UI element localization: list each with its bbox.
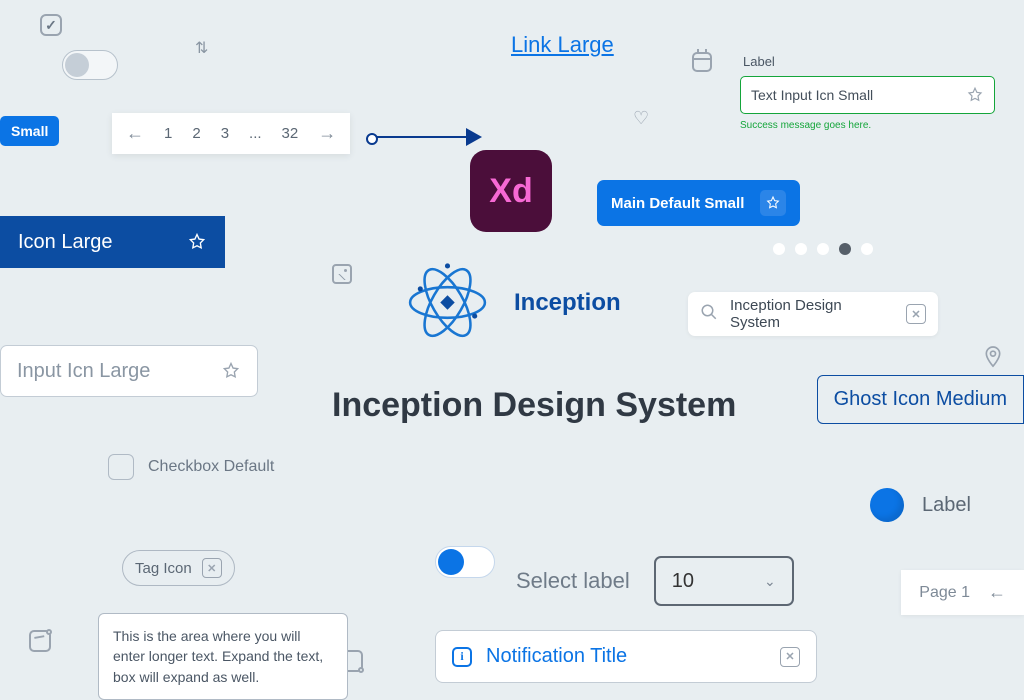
ghost-icon-medium-button[interactable]: Ghost Icon Medium <box>817 375 1024 424</box>
calendar-icon[interactable] <box>692 52 712 72</box>
textarea[interactable]: This is the area where you will enter lo… <box>98 613 348 700</box>
pagination-page[interactable]: 3 <box>221 125 229 142</box>
pagination-ellipsis: ... <box>249 125 262 142</box>
pagination-next[interactable]: → <box>318 123 336 144</box>
brand-label: Inception <box>514 289 621 317</box>
search-value: Inception Design System <box>730 297 894 331</box>
text-input-success[interactable]: Text Input Icn Small <box>740 76 995 114</box>
info-icon: i <box>452 647 472 667</box>
button-label: Main Default Small <box>611 195 744 212</box>
tag-label: Tag Icon <box>135 560 192 577</box>
checkbox-checked[interactable] <box>40 14 62 36</box>
page-stepper: Page 1 ← <box>901 570 1024 615</box>
chevron-down-icon: ⌄ <box>764 573 776 590</box>
toggle-knob <box>65 53 89 77</box>
input-placeholder: Input Icn Large <box>17 360 150 383</box>
tag-chip[interactable]: Tag Icon ✕ <box>122 550 235 586</box>
select-label: Select label <box>516 568 630 594</box>
atom-icon <box>405 260 490 345</box>
close-icon[interactable]: ✕ <box>202 558 222 578</box>
main-default-small-button[interactable]: Main Default Small <box>597 180 800 226</box>
legend-label: Label <box>922 494 971 517</box>
pagination-page[interactable]: 2 <box>192 125 200 142</box>
link-large[interactable]: Link Large <box>511 32 614 58</box>
chart-card-icon[interactable] <box>29 630 51 652</box>
star-icon <box>221 361 241 381</box>
toggle-knob <box>438 549 464 575</box>
select-value: 10 <box>672 570 694 593</box>
toggle-off[interactable] <box>62 50 118 80</box>
image-icon[interactable] <box>332 264 352 284</box>
small-button[interactable]: Small <box>0 116 59 146</box>
carousel-dot[interactable] <box>861 243 873 255</box>
page-prev[interactable]: ← <box>988 582 1006 603</box>
notification: i Notification Title ✕ <box>435 630 817 683</box>
field-label: Label <box>743 54 775 69</box>
carousel-dots <box>773 243 873 255</box>
icon-large-button[interactable]: Icon Large <box>0 216 225 268</box>
headline: Inception Design System <box>332 386 736 425</box>
toggle-on[interactable] <box>435 546 495 578</box>
pagination: ← 1 2 3 ... 32 → <box>112 113 350 154</box>
star-icon <box>760 190 786 216</box>
heart-icon[interactable]: ♡ <box>633 108 649 129</box>
clear-icon[interactable]: ✕ <box>906 304 926 324</box>
notification-title: Notification Title <box>486 645 766 668</box>
button-label: Icon Large <box>18 231 113 254</box>
checkbox-label: Checkbox Default <box>148 458 274 476</box>
star-icon <box>187 232 207 252</box>
page-label: Page 1 <box>919 584 970 602</box>
search-icon <box>700 303 718 326</box>
success-message: Success message goes here. <box>740 120 995 131</box>
pagination-page[interactable]: 1 <box>164 125 172 142</box>
pagination-prev[interactable]: ← <box>126 123 144 144</box>
xd-logo: Xd <box>470 150 552 232</box>
carousel-dot[interactable] <box>773 243 785 255</box>
text-input-value: Text Input Icn Small <box>751 87 958 103</box>
input-icon-large[interactable]: Input Icn Large <box>0 345 258 397</box>
close-icon[interactable]: ✕ <box>780 647 800 667</box>
pagination-page[interactable]: 32 <box>282 125 299 142</box>
carousel-dot[interactable] <box>795 243 807 255</box>
checkbox-default[interactable] <box>108 454 134 480</box>
sort-icon[interactable]: ⇅ <box>195 38 208 58</box>
carousel-dot[interactable] <box>817 243 829 255</box>
legend-dot <box>870 488 904 522</box>
star-icon <box>966 86 984 104</box>
search-field[interactable]: Inception Design System ✕ <box>688 292 938 336</box>
select-box[interactable]: 10 ⌄ <box>654 556 794 606</box>
carousel-dot-active[interactable] <box>839 243 851 255</box>
arrow-icon <box>370 136 470 138</box>
location-pin-icon[interactable] <box>983 345 1003 375</box>
